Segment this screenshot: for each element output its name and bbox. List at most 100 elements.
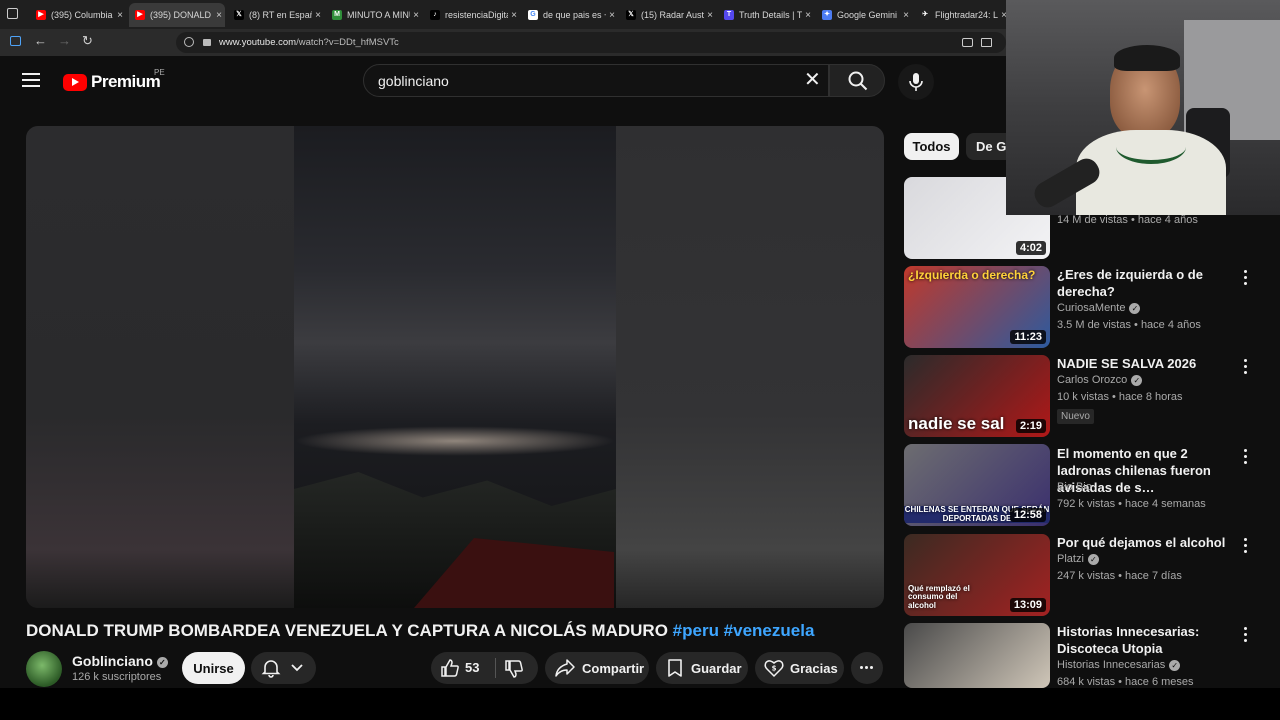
- recommendation-channel[interactable]: Bio Bio: [1057, 481, 1092, 493]
- blurred-left-fill: [26, 126, 294, 608]
- forward-icon[interactable]: →: [58, 33, 71, 48]
- more-vertical-icon[interactable]: [1243, 359, 1249, 377]
- x-favicon-icon: 𝕏: [234, 10, 244, 20]
- recommendation-thumbnail[interactable]: nadie se sal 2:19: [904, 355, 1050, 437]
- join-button[interactable]: Unirse: [182, 652, 245, 684]
- tab-title: Google Gemini: [837, 10, 898, 20]
- browser-tab[interactable]: 𝕏 (15) Radar Austra×: [620, 3, 716, 27]
- recommendation-thumbnail[interactable]: Qué remplazó el consumo del alcohol 13:09: [904, 534, 1050, 616]
- bookmark-icon: [668, 659, 682, 677]
- notifications-button[interactable]: [251, 652, 316, 684]
- recommendation-thumbnail[interactable]: [904, 623, 1050, 688]
- browser-tab[interactable]: Gde que pais es + ×: [522, 3, 618, 27]
- close-tab-icon[interactable]: ×: [704, 10, 716, 21]
- recommendation-title[interactable]: ¿Eres de izquierda o de derecha?: [1057, 266, 1229, 300]
- recommendation-channel[interactable]: Platzi ✓: [1057, 553, 1099, 565]
- recommendation-title[interactable]: NADIE SE SALVA 2026: [1057, 355, 1229, 372]
- browser-tab[interactable]: ✦ Google Gemini ×: [816, 3, 912, 27]
- close-tab-icon[interactable]: ×: [410, 10, 422, 21]
- recommendation-meta: 14 M de vistas • hace 4 años: [1057, 214, 1198, 226]
- youtube-play-icon: [63, 73, 87, 91]
- search-icon: [848, 71, 868, 91]
- voice-search-button[interactable]: [898, 64, 934, 100]
- youtube-premium-logo[interactable]: Premium: [63, 72, 161, 92]
- new-badge: Nuevo: [1057, 409, 1094, 424]
- recommendation-thumbnail[interactable]: CHILENAS SE ENTERAN QUE SERÁN DEPORTADAS…: [904, 444, 1050, 526]
- browser-tab[interactable]: T Truth Details | Tr ×: [718, 3, 814, 27]
- yt-favicon-icon: ▶: [36, 10, 46, 20]
- truth-favicon-icon: T: [724, 10, 734, 20]
- more-vertical-icon[interactable]: [1243, 538, 1249, 556]
- city-lights: [294, 426, 616, 456]
- recommendation-channel[interactable]: Historias Innecesarias ✓: [1057, 659, 1181, 671]
- url-text[interactable]: www.youtube.com/watch?v=DDt_hfMSVTc: [219, 37, 399, 48]
- tab-title: MINUTO A MINU: [347, 10, 410, 20]
- close-tab-icon[interactable]: ×: [312, 10, 324, 21]
- close-tab-icon[interactable]: ×: [802, 10, 814, 21]
- more-vertical-icon[interactable]: [1243, 270, 1249, 288]
- close-tab-icon[interactable]: ×: [606, 10, 618, 21]
- chevron-down-icon: [291, 664, 303, 672]
- video-hashtags[interactable]: #peru #venezuela: [673, 621, 815, 640]
- recommendation-channel[interactable]: Carlos Orozco ✓: [1057, 374, 1143, 386]
- like-button[interactable]: 53: [431, 652, 495, 684]
- channel-avatar[interactable]: [26, 651, 62, 687]
- browser-tab[interactable]: ✈ Flightradar24: Liv ×: [914, 3, 1010, 27]
- thanks-button[interactable]: $ Gracias: [755, 652, 844, 684]
- verified-icon: ✓: [1131, 374, 1143, 386]
- more-actions-button[interactable]: [851, 652, 883, 684]
- reader-view-icon[interactable]: [981, 38, 992, 47]
- search-input[interactable]: goblinciano: [378, 73, 449, 89]
- blurred-right-fill: [616, 126, 884, 608]
- sidebar-toggle-icon[interactable]: [10, 36, 21, 46]
- browser-tab[interactable]: ▶ (395) DONALD T ×: [129, 3, 225, 27]
- browser-tab[interactable]: ♪ resistenciaDigital ×: [424, 3, 520, 27]
- more-vertical-icon[interactable]: [1243, 449, 1249, 467]
- recommendation-channel[interactable]: CuriosaMente ✓: [1057, 302, 1141, 314]
- mm-favicon-icon: M: [332, 10, 342, 20]
- close-tab-icon[interactable]: ×: [114, 10, 126, 21]
- lock-icon: [203, 39, 211, 46]
- reload-icon[interactable]: ↻: [82, 33, 93, 49]
- guide-menu-button[interactable]: [22, 73, 40, 88]
- subscriber-count: 126 k suscriptores: [72, 671, 162, 683]
- video-player[interactable]: [26, 126, 884, 608]
- recommendation-title[interactable]: Historias Innecesarias: Discoteca Utopia: [1057, 623, 1229, 657]
- recommendation-meta: 10 k vistas • hace 8 horas: [1057, 391, 1183, 403]
- share-icon: [555, 659, 575, 677]
- verified-icon: ✓: [1169, 659, 1181, 671]
- clear-search-icon[interactable]: ✕: [804, 70, 821, 90]
- site-info-icon[interactable]: [184, 37, 194, 47]
- taskbar-strip: [0, 688, 1280, 720]
- browser-tab[interactable]: 𝕏 (8) RT en Españo×: [228, 3, 324, 27]
- tab-title: Flightradar24: Liv: [935, 10, 998, 20]
- screen-share-icon[interactable]: [962, 38, 973, 47]
- browser-tab[interactable]: ▶ (395) Columbia \ ×: [30, 3, 126, 27]
- recommendation-thumbnail[interactable]: ¿Izquierda o derecha? 11:23: [904, 266, 1050, 348]
- thumbnail-caption: ¿Izquierda o derecha?: [908, 268, 1036, 282]
- save-button[interactable]: Guardar: [656, 652, 748, 684]
- tab-title: de que pais es +: [543, 10, 606, 20]
- channel-name[interactable]: Goblinciano ✓: [72, 653, 168, 669]
- share-button[interactable]: Compartir: [545, 652, 649, 684]
- recommendation-title[interactable]: Por qué dejamos el alcohol: [1057, 534, 1229, 551]
- thumbnail-caption: Qué remplazó el consumo del alcohol: [908, 583, 970, 610]
- close-tab-icon[interactable]: ×: [508, 10, 520, 21]
- streamer-webcam-overlay: [1006, 0, 1280, 215]
- back-icon[interactable]: ←: [34, 33, 47, 48]
- chip-all[interactable]: Todos: [904, 133, 959, 160]
- close-tab-icon[interactable]: ×: [900, 10, 912, 21]
- more-horizontal-icon: [860, 666, 873, 669]
- close-tab-icon[interactable]: ×: [213, 10, 225, 21]
- tab-title: Truth Details | Tr: [739, 10, 802, 20]
- browser-tab[interactable]: M MINUTO A MINU ×: [326, 3, 422, 27]
- tab-title: (395) Columbia \: [51, 10, 114, 20]
- search-button[interactable]: [829, 64, 885, 97]
- tab-overview-icon[interactable]: [7, 8, 18, 19]
- video-frame: [294, 126, 616, 608]
- channel-name-text: Carlos Orozco: [1057, 374, 1128, 386]
- bell-icon: [261, 660, 281, 678]
- more-vertical-icon[interactable]: [1243, 627, 1249, 645]
- dislike-button[interactable]: [496, 652, 538, 684]
- video-title: DONALD TRUMP BOMBARDEA VENEZUELA Y CAPTU…: [26, 621, 815, 640]
